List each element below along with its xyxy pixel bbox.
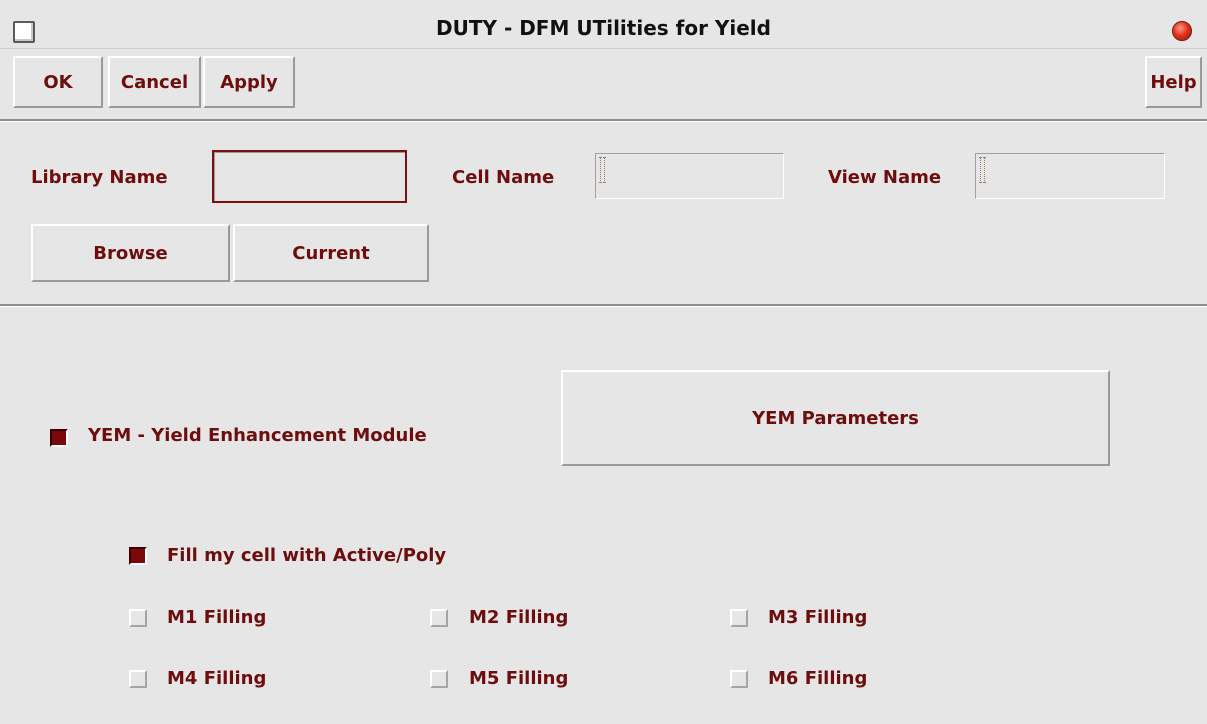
cell-name-field[interactable]: [595, 153, 784, 199]
yem-label: YEM - Yield Enhancement Module: [88, 425, 427, 446]
fill-active-poly-label: Fill my cell with Active/Poly: [167, 545, 447, 566]
m4-filling-label: M4 Filling: [167, 668, 267, 689]
m3-filling-checkbox[interactable]: [730, 609, 748, 627]
yem-parameters-button[interactable]: YEM Parameters: [561, 370, 1110, 466]
window-title: DUTY - DFM UTilities for Yield: [436, 16, 771, 40]
fill-active-poly-checkbox[interactable]: [129, 547, 147, 565]
m3-filling-label: M3 Filling: [768, 607, 868, 628]
m2-filling-label: M2 Filling: [469, 607, 569, 628]
text-cursor-icon: [979, 157, 986, 183]
view-name-field[interactable]: [975, 153, 1165, 199]
dialog-toolbar: OK Cancel Apply Help: [0, 56, 1207, 110]
help-button[interactable]: Help: [1145, 56, 1202, 108]
title-bar[interactable]: DUTY - DFM UTilities for Yield: [0, 0, 1207, 49]
yem-checkbox[interactable]: [50, 429, 68, 447]
m5-filling-checkbox[interactable]: [430, 670, 448, 688]
toolbar-separator: [0, 119, 1207, 122]
m4-filling-checkbox[interactable]: [129, 670, 147, 688]
m1-filling-checkbox[interactable]: [129, 609, 147, 627]
close-icon[interactable]: [1172, 21, 1192, 41]
cancel-button[interactable]: Cancel: [108, 56, 201, 108]
m5-filling-label: M5 Filling: [469, 668, 569, 689]
text-cursor-icon: [599, 157, 606, 183]
apply-button[interactable]: Apply: [203, 56, 295, 108]
current-button[interactable]: Current: [233, 224, 429, 282]
view-name-label: View Name: [828, 167, 942, 188]
ok-button[interactable]: OK: [13, 56, 103, 108]
m6-filling-checkbox[interactable]: [730, 670, 748, 688]
library-name-field[interactable]: [212, 150, 407, 203]
browse-button[interactable]: Browse: [31, 224, 230, 282]
section-separator: [0, 304, 1207, 307]
m2-filling-checkbox[interactable]: [430, 609, 448, 627]
m1-filling-label: M1 Filling: [167, 607, 267, 628]
duty-dialog-window: DUTY - DFM UTilities for Yield OK Cancel…: [0, 0, 1207, 724]
library-name-label: Library Name: [31, 167, 168, 188]
m6-filling-label: M6 Filling: [768, 668, 868, 689]
cell-name-label: Cell Name: [452, 167, 555, 188]
